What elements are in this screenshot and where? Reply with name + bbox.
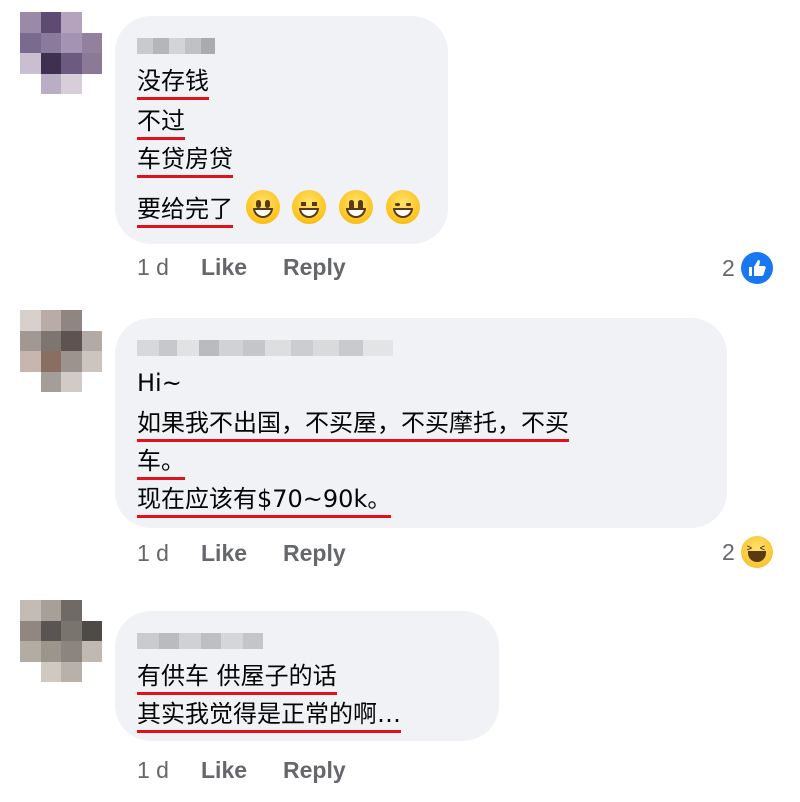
haha-reaction-icon: > < <box>740 536 773 568</box>
timestamp[interactable]: 1 d <box>137 757 201 784</box>
timestamp[interactable]: 1 d <box>137 254 201 281</box>
comment-line: Hi~ <box>137 369 182 397</box>
comment-line: 现在应该有$70~90k。 <box>137 482 392 518</box>
comment-3: 有供车 供屋子的话 其实我觉得是正常的啊… 1 d Like Reply <box>0 595 800 802</box>
like-button[interactable]: Like <box>201 757 283 784</box>
comment-bubble: 没存钱 不过 车贷房贷 要给完了 <box>115 16 448 244</box>
like-button[interactable]: Like <box>201 254 283 281</box>
comment-line: 没存钱 <box>137 64 209 100</box>
comment-line: 车贷房贷 <box>137 142 233 178</box>
comment-bubble: Hi~ 如果我不出国，不买屋，不买摩托，不买 车。 现在应该有$70~90k。 <box>115 318 727 528</box>
comment-actions: 1 d Like Reply <box>137 540 346 567</box>
reply-button[interactable]: Reply <box>283 757 346 784</box>
comment-line: 不过 <box>137 104 185 140</box>
reactions-summary[interactable]: 2 <box>722 252 773 284</box>
reply-button[interactable]: Reply <box>283 254 346 281</box>
comment-actions: 1 d Like Reply <box>137 757 346 784</box>
beaming-face-icon <box>292 190 327 224</box>
reactions-summary[interactable]: 2 > < <box>722 536 773 568</box>
comment-line: 如果我不出国，不买屋，不买摩托，不买 <box>137 406 569 442</box>
avatar[interactable] <box>20 600 102 682</box>
comment-line: 有供车 供屋子的话 <box>137 659 337 695</box>
avatar[interactable] <box>20 310 102 392</box>
grinning-face-smiling-eyes-icon <box>385 190 420 224</box>
avatar[interactable] <box>20 12 102 94</box>
author-name-redacted[interactable] <box>137 340 393 356</box>
like-button[interactable]: Like <box>201 540 283 567</box>
author-name-redacted[interactable] <box>137 38 215 54</box>
author-name-redacted[interactable] <box>137 633 263 649</box>
comment-2: Hi~ 如果我不出国，不买屋，不买摩托，不买 车。 现在应该有$70~90k。 … <box>0 290 800 600</box>
reaction-count: 2 <box>722 254 735 281</box>
comment-1: 没存钱 不过 车贷房贷 要给完了 1 d Like Reply 2 <box>0 0 800 290</box>
comment-actions: 1 d Like Reply <box>137 254 346 281</box>
comment-line: 其实我觉得是正常的啊… <box>137 697 401 733</box>
comment-line: 车。 <box>137 444 185 480</box>
grinning-face-icon <box>245 190 280 224</box>
comment-line: 要给完了 <box>137 190 420 228</box>
comment-bubble: 有供车 供屋子的话 其实我觉得是正常的啊… <box>115 611 499 741</box>
grinning-face-big-eyes-icon <box>338 190 373 224</box>
reply-button[interactable]: Reply <box>283 540 346 567</box>
reaction-count: 2 <box>722 538 735 565</box>
timestamp[interactable]: 1 d <box>137 540 201 567</box>
like-reaction-icon <box>740 252 773 284</box>
